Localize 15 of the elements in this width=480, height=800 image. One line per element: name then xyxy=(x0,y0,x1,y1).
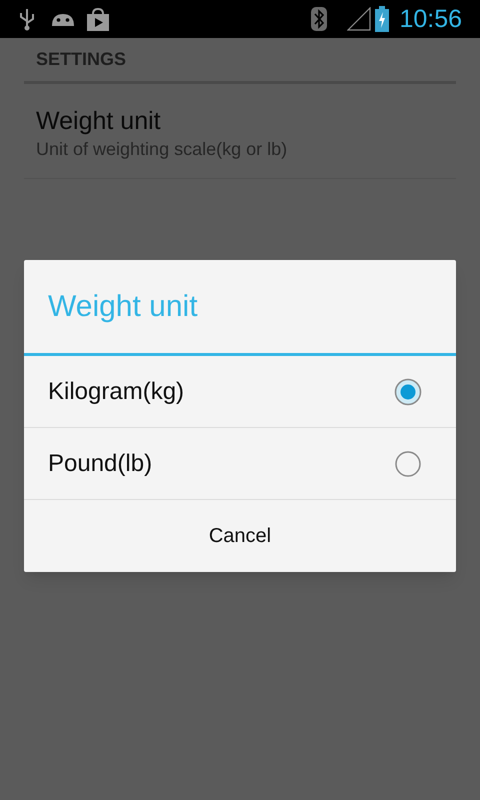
option-label: Pound(lb) xyxy=(48,448,154,478)
radio-button[interactable] xyxy=(394,450,422,478)
clock-time: 10:56 xyxy=(399,6,462,32)
option-row[interactable]: Kilogram(kg) xyxy=(24,356,456,428)
store-bag-icon xyxy=(86,7,110,31)
section-header: SETTINGS xyxy=(24,38,456,84)
radio-button[interactable] xyxy=(394,378,422,406)
cancel-button[interactable]: Cancel xyxy=(24,500,456,572)
battery-icon xyxy=(375,6,390,32)
option-row[interactable]: Pound(lb) xyxy=(24,428,456,500)
option-label: Kilogram(kg) xyxy=(48,376,186,406)
item-title: Weight unit xyxy=(36,106,162,136)
usb-icon xyxy=(18,7,36,31)
signal-icon xyxy=(347,7,372,31)
bluetooth-icon xyxy=(311,7,328,31)
